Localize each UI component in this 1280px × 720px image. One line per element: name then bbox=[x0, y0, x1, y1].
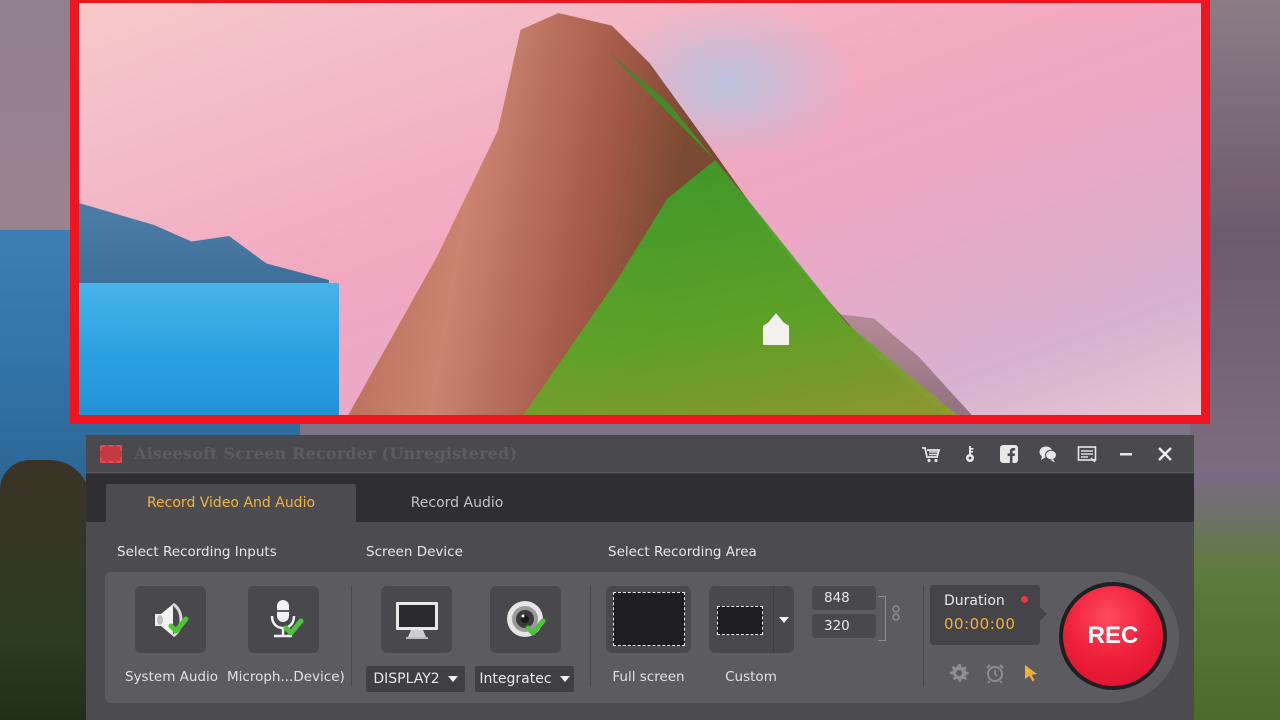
recording-indicator-dot bbox=[1021, 596, 1028, 603]
window-title: Aiseesoft Screen Recorder (Unregistered) bbox=[134, 444, 518, 463]
chevron-down-icon bbox=[447, 676, 458, 682]
background-land-right bbox=[1180, 470, 1280, 720]
captured-landscape-image bbox=[79, 3, 1201, 415]
webcam-toggle[interactable] bbox=[490, 586, 561, 653]
menu-icon[interactable] bbox=[1076, 443, 1098, 465]
facebook-icon[interactable] bbox=[998, 443, 1020, 465]
key-icon[interactable] bbox=[959, 443, 981, 465]
minimize-icon[interactable] bbox=[1115, 443, 1137, 465]
tab-record-video-and-audio[interactable]: Record Video And Audio bbox=[106, 484, 356, 522]
rec-button-label: REC bbox=[1063, 586, 1163, 686]
system-audio-label: System Audio bbox=[125, 669, 219, 685]
microphone-toggle[interactable] bbox=[248, 586, 319, 653]
rec-button[interactable]: REC bbox=[1059, 582, 1167, 690]
feedback-icon[interactable] bbox=[1037, 443, 1059, 465]
check-icon bbox=[168, 616, 188, 633]
microphone-label: Microph...Device) bbox=[227, 669, 345, 685]
duration-time: 00:00:00 bbox=[944, 615, 1016, 633]
options-panel: System Audio Microph...Device) DISPLAY2 … bbox=[105, 572, 1005, 703]
full-screen-label: Full screen bbox=[612, 669, 685, 685]
settings-gear-icon[interactable] bbox=[948, 662, 970, 684]
display-device-button[interactable] bbox=[381, 586, 452, 653]
duration-label: Duration bbox=[944, 593, 1005, 609]
recording-region-frame[interactable] bbox=[70, 0, 1210, 424]
display-select-value: DISPLAY2 bbox=[373, 671, 440, 687]
screen-device-label: Screen Device bbox=[366, 544, 463, 560]
microphone-icon bbox=[270, 599, 303, 637]
aspect-bracket bbox=[878, 596, 886, 641]
system-audio-toggle[interactable] bbox=[135, 586, 206, 653]
chevron-down-icon[interactable] bbox=[779, 617, 789, 623]
width-input[interactable]: 848 bbox=[812, 586, 876, 610]
close-icon[interactable] bbox=[1154, 443, 1176, 465]
custom-label: Custom bbox=[725, 669, 777, 685]
tab-bar: Record Video And Audio Record Audio bbox=[86, 474, 1194, 522]
full-screen-button[interactable] bbox=[606, 586, 691, 653]
title-toolbar bbox=[920, 435, 1176, 473]
custom-area-button[interactable] bbox=[709, 586, 794, 653]
speaker-icon bbox=[154, 602, 188, 637]
cart-icon[interactable] bbox=[920, 443, 942, 465]
webcam-icon bbox=[506, 600, 545, 637]
alarm-clock-icon[interactable] bbox=[984, 662, 1006, 684]
section-divider bbox=[590, 586, 591, 686]
select-recording-area-label: Select Recording Area bbox=[608, 544, 757, 560]
cursor-icon[interactable] bbox=[1020, 662, 1042, 684]
duration-display: Duration 00:00:00 bbox=[930, 585, 1047, 645]
monitor-icon bbox=[395, 601, 438, 639]
title-bar[interactable]: Aiseesoft Screen Recorder (Unregistered) bbox=[86, 435, 1194, 473]
tab-record-audio[interactable]: Record Audio bbox=[332, 484, 582, 522]
select-recording-inputs-label: Select Recording Inputs bbox=[117, 544, 277, 560]
chevron-down-icon bbox=[559, 676, 570, 682]
full-screen-icon bbox=[613, 592, 685, 646]
link-aspect-icon[interactable] bbox=[891, 602, 901, 626]
webcam-select[interactable]: Integratec bbox=[475, 666, 574, 692]
background-hill bbox=[0, 460, 90, 720]
recording-settings: Select Recording Inputs Screen Device Se… bbox=[86, 522, 1194, 720]
display-select[interactable]: DISPLAY2 bbox=[366, 666, 465, 692]
app-logo-icon bbox=[100, 444, 122, 463]
section-divider bbox=[351, 586, 352, 686]
split-divider bbox=[773, 586, 774, 653]
water bbox=[79, 283, 339, 415]
record-tools bbox=[948, 662, 1042, 684]
webcam-select-value: Integratec bbox=[479, 671, 552, 687]
custom-area-icon bbox=[717, 606, 763, 635]
screen-recorder-window: Aiseesoft Screen Recorder (Unregistered) bbox=[86, 435, 1194, 720]
height-input[interactable]: 320 bbox=[812, 614, 876, 638]
